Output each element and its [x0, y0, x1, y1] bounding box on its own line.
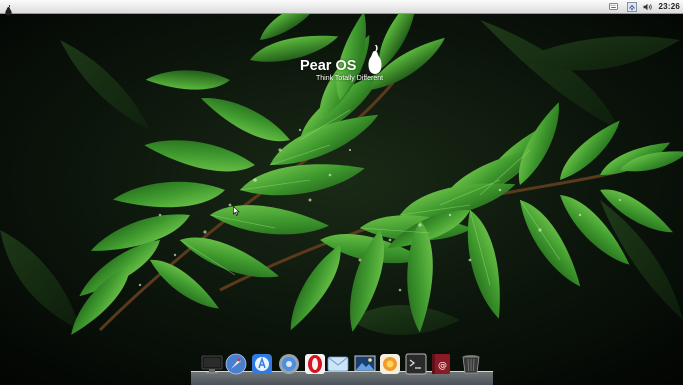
top-menu-bar: 23:26 — [0, 0, 683, 16]
pear-icon[interactable] — [4, 1, 13, 16]
desktop: Pear OS Think Totally Different — [0, 14, 683, 384]
pear-logo-icon — [366, 44, 384, 79]
volume-icon[interactable] — [642, 0, 654, 13]
launchpad-rocket-icon[interactable] — [224, 350, 248, 378]
app-store-icon[interactable] — [250, 350, 274, 378]
photos-flower-icon[interactable] — [378, 350, 402, 378]
brand-tagline: Think Totally Different — [316, 75, 384, 82]
network-icon[interactable] — [626, 0, 638, 13]
keyboard-icon[interactable] — [608, 0, 619, 13]
opera-browser-icon[interactable] — [303, 350, 327, 378]
system-tray: 23:26 — [608, 0, 683, 13]
clock[interactable]: 23:26 — [659, 2, 680, 11]
brand-name: Pear OS — [300, 58, 357, 74]
mouse-pointer-icon — [233, 201, 240, 220]
mail-icon[interactable] — [326, 350, 350, 378]
svg-text:@: @ — [438, 361, 447, 371]
monitor-icon[interactable] — [200, 350, 224, 378]
image-viewer-icon[interactable] — [353, 350, 377, 378]
terminal-icon[interactable] — [404, 350, 428, 378]
contacts-icon[interactable]: @ — [429, 350, 453, 378]
system-settings-icon[interactable] — [277, 350, 301, 378]
trash-icon[interactable] — [459, 350, 483, 378]
